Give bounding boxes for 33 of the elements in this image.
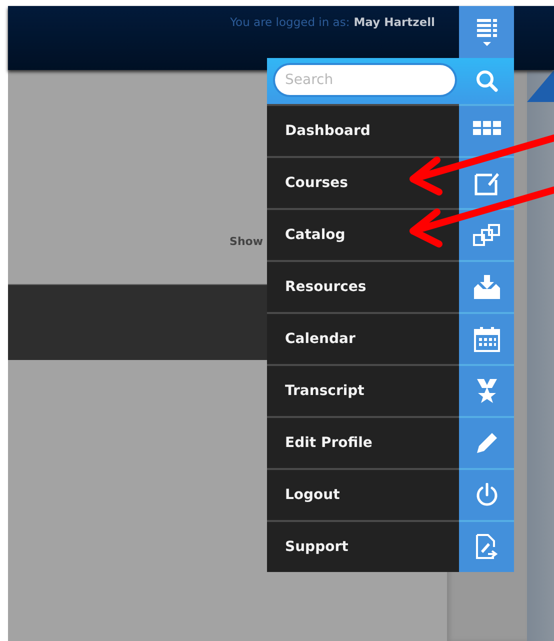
- show-label: Show: [230, 235, 263, 248]
- menu-button[interactable]: [459, 6, 514, 58]
- menu-item[interactable]: Dashboard: [267, 104, 459, 156]
- menu-item[interactable]: Support: [267, 520, 459, 572]
- document-pencil-icon: [474, 534, 500, 560]
- window-pencil-icon: [474, 170, 500, 196]
- menu-icon-cell[interactable]: [459, 104, 514, 156]
- menu-item[interactable]: Calendar: [267, 312, 459, 364]
- award-star-icon: [476, 378, 498, 404]
- menu-icon-cell[interactable]: [459, 416, 514, 468]
- login-label: You are logged in as:: [230, 15, 350, 29]
- search-icon: [474, 69, 498, 93]
- menu-icon-cell[interactable]: [459, 520, 514, 572]
- menu-icon-cell[interactable]: [459, 208, 514, 260]
- menu-item[interactable]: Catalog: [267, 208, 459, 260]
- menu-icon-cell[interactable]: [459, 260, 514, 312]
- inbox-download-icon: [472, 274, 500, 300]
- menu-item[interactable]: Logout: [267, 468, 459, 520]
- menu-item[interactable]: Edit Profile: [267, 416, 459, 468]
- windows-icon: [472, 223, 500, 247]
- menu-item[interactable]: Resources: [267, 260, 459, 312]
- user-name: May Hartzell: [354, 15, 435, 29]
- menu-item[interactable]: Courses: [267, 156, 459, 208]
- menu-icon: [476, 17, 498, 47]
- corner-triangle-icon: [527, 70, 554, 102]
- menu-icon-cell[interactable]: [459, 468, 514, 520]
- pencil-icon: [474, 431, 498, 455]
- search-field[interactable]: Search: [275, 65, 455, 95]
- power-icon: [474, 483, 498, 507]
- menu-icon-cell[interactable]: [459, 364, 514, 416]
- menu-item[interactable]: Transcript: [267, 364, 459, 416]
- menu-icon-cell[interactable]: [459, 312, 514, 364]
- calendar-icon: [474, 326, 500, 352]
